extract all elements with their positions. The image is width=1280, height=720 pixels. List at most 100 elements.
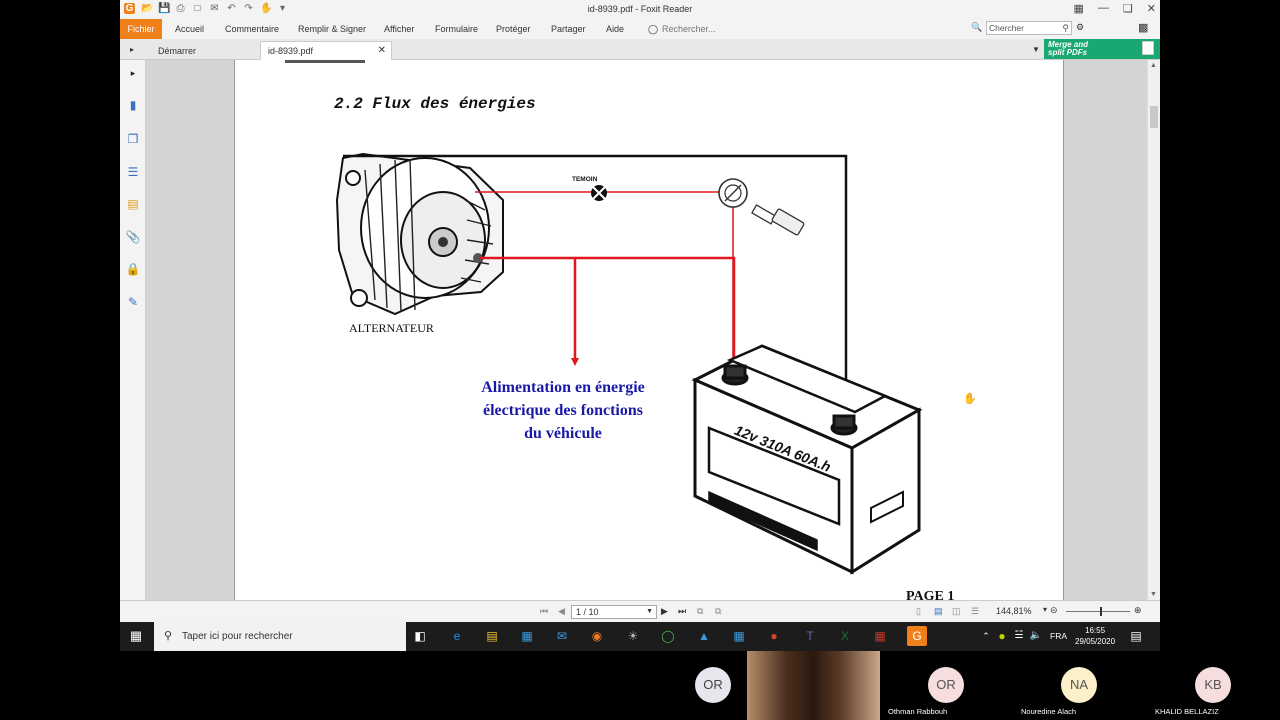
volume-icon[interactable]: 🔈 — [1028, 628, 1044, 644]
chrome-icon[interactable]: ◯ — [660, 628, 676, 644]
menu-commentaire[interactable]: Commentaire — [225, 24, 279, 34]
title-bar: G 📂 💾 ⎙ □ ✉ ↶ ↷ ✋ ▾ id-8939.pdf - Foxit … — [120, 0, 1160, 19]
signature-icon[interactable]: ✎ — [125, 294, 141, 310]
participant-avatar-2[interactable]: OR — [928, 667, 964, 703]
tab-demarrer[interactable]: Démarrer — [148, 41, 258, 60]
menu-remplir-signer[interactable]: Remplir & Signer — [298, 24, 366, 34]
winrar-icon[interactable]: ▦ — [872, 628, 888, 644]
powerpoint-icon[interactable]: ● — [766, 628, 782, 644]
wifi-icon[interactable]: ☱ — [1011, 628, 1027, 644]
supply-text-line-3: du véhicule — [524, 425, 602, 442]
grid-icon[interactable]: ▦ — [1074, 2, 1084, 15]
close-window-button[interactable]: ✕ — [1147, 2, 1156, 15]
participant-name-4: KHALID BELLAZIZ — [1155, 707, 1219, 716]
close-tab-icon[interactable]: ✕ — [378, 45, 386, 56]
single-page-icon[interactable]: ▯ — [916, 606, 921, 617]
restore-button[interactable]: ❏ — [1123, 2, 1133, 15]
bookmarks-icon[interactable]: ▮ — [125, 97, 141, 113]
taskbar-search-placeholder: Taper ici pour rechercher — [182, 631, 293, 642]
zoom-slider-handle[interactable] — [1100, 607, 1102, 616]
file-explorer-icon[interactable]: ▤ — [484, 628, 500, 644]
participant-avatar-1[interactable]: OR — [695, 667, 731, 703]
hand-cursor-icon: ✋ — [963, 392, 977, 405]
language-indicator[interactable]: FRA — [1050, 631, 1067, 641]
menu-formulaire[interactable]: Formulaire — [435, 24, 478, 34]
page-footer: PAGE 1 — [906, 589, 954, 600]
tab-menu-icon[interactable]: ▼ — [1032, 45, 1040, 54]
notifications-icon[interactable]: ▤ — [1128, 628, 1144, 644]
layers-icon[interactable]: ☰ — [125, 164, 141, 180]
settings-icon[interactable]: ⚙ — [1076, 22, 1084, 33]
excel-icon[interactable]: X — [837, 628, 853, 644]
taskbar-search-icon: ⚲ — [164, 630, 173, 642]
taskbar-clock[interactable]: 16:55 29/05/2020 — [1075, 625, 1115, 647]
participant-video[interactable] — [747, 651, 880, 720]
store-icon[interactable]: ▦ — [519, 628, 535, 644]
comments-icon[interactable]: ▤ — [125, 196, 141, 212]
previous-view-icon[interactable]: ⧉ — [697, 606, 703, 617]
page-number-input[interactable]: 1 / 10 ▼ — [571, 605, 657, 619]
teams-icon[interactable]: T — [802, 628, 818, 644]
folder-search-icon[interactable]: 🔍 — [971, 22, 982, 33]
show-hidden-icons[interactable]: ⌃ — [978, 628, 994, 644]
document-tabs: ▸ Démarrer id-8939.pdf ✕ ▼ Merge and spl… — [120, 39, 1160, 60]
scroll-down-icon[interactable]: ▼ — [1150, 591, 1157, 598]
menu-fichier[interactable]: Fichier — [120, 19, 162, 39]
calendar-icon[interactable]: ▦ — [731, 628, 747, 644]
menu-afficher[interactable]: Afficher — [384, 24, 414, 34]
app-icon[interactable]: ☀ — [625, 628, 641, 644]
window-controls: ▦ — ❏ ✕ — [1074, 2, 1157, 15]
panel-toggle-icon[interactable]: ▸ — [125, 65, 141, 81]
scrollbar-thumb[interactable] — [1150, 106, 1158, 128]
task-view-icon[interactable]: ◧ — [412, 628, 428, 644]
menu-proteger[interactable]: Protéger — [496, 24, 531, 34]
ribbon-menu: Fichier Accueil Commentaire Remplir & Si… — [120, 19, 1160, 39]
windows-start-icon[interactable]: ▦ — [128, 628, 144, 644]
participant-avatar-4[interactable]: KB — [1195, 667, 1231, 703]
document-area: 2.2 Flux des énergies ALTERNATEUR TEMOIN… — [146, 60, 1147, 600]
zoom-out-icon[interactable]: ⊝ — [1050, 605, 1058, 616]
taskbar-search-input[interactable]: ⚲ Taper ici pour rechercher — [154, 622, 406, 651]
menu-partager[interactable]: Partager — [551, 24, 586, 34]
scroll-up-icon[interactable]: ▲ — [1150, 62, 1157, 69]
zoom-in-icon[interactable]: ⊕ — [1134, 605, 1142, 616]
expand-panel-icon[interactable]: ▸ — [130, 45, 134, 54]
foxit-taskbar-icon[interactable]: G — [907, 626, 927, 646]
zoom-slider[interactable] — [1066, 611, 1130, 612]
participant-avatar-3[interactable]: NA — [1061, 667, 1097, 703]
search-input[interactable]: Chercher ⚲ — [986, 21, 1072, 35]
last-page-icon[interactable]: ⏭ — [678, 606, 686, 617]
attachments-icon[interactable]: 📎 — [125, 229, 141, 245]
facing-page-icon[interactable]: ◫ — [952, 606, 961, 617]
page-content: 2.2 Flux des énergies ALTERNATEUR TEMOIN… — [285, 60, 977, 600]
zoom-dropdown-icon[interactable]: ▾ — [1043, 605, 1047, 614]
tell-me-search[interactable]: Rechercher... — [662, 24, 716, 34]
clock-time: 16:55 — [1085, 626, 1106, 635]
window-title: id-8939.pdf - Foxit Reader — [587, 4, 693, 14]
security-lock-icon[interactable]: 🔒 — [125, 261, 141, 277]
minimize-button[interactable]: — — [1098, 2, 1109, 15]
next-page-icon[interactable]: ▶ — [661, 606, 668, 617]
prev-page-icon[interactable]: ◀ — [558, 606, 565, 617]
reflow-icon[interactable]: ☰ — [971, 606, 979, 617]
pages-icon[interactable]: ❐ — [125, 131, 141, 147]
network-app-icon[interactable]: ▲ — [696, 628, 712, 644]
next-view-icon[interactable]: ⧉ — [715, 606, 721, 617]
warning-lamp-icon — [591, 185, 607, 201]
zoom-level[interactable]: 144,81% — [996, 606, 1032, 616]
menu-aide[interactable]: Aide — [606, 24, 624, 34]
tab-document[interactable]: id-8939.pdf ✕ — [260, 41, 392, 60]
edge-icon[interactable]: e — [449, 628, 465, 644]
page-dropdown-icon[interactable]: ▼ — [646, 606, 653, 618]
supply-text-line-1: Alimentation en énergie — [481, 379, 645, 396]
vertical-scrollbar[interactable]: ▲ ▼ — [1147, 60, 1160, 600]
search-icon[interactable]: ⚲ — [1062, 22, 1069, 34]
mail-icon[interactable]: ✉ — [554, 628, 570, 644]
account-icon[interactable]: ▩ — [1138, 21, 1148, 34]
first-page-icon[interactable]: ⏮ — [540, 606, 548, 617]
merge-split-promo[interactable]: Merge and split PDFs — [1044, 39, 1160, 59]
menu-accueil[interactable]: Accueil — [175, 24, 204, 34]
continuous-page-icon[interactable]: ▤ — [934, 606, 943, 617]
firefox-icon[interactable]: ◉ — [589, 628, 605, 644]
tray-app-icon[interactable]: ● — [994, 628, 1010, 644]
